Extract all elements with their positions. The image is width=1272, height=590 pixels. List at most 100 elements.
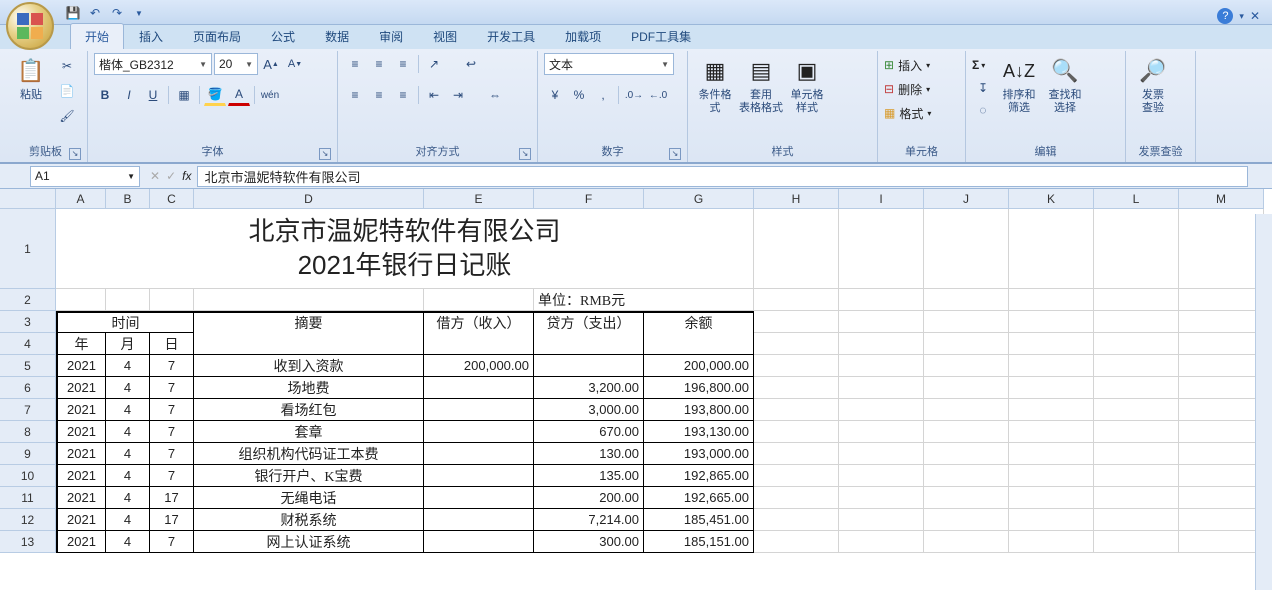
header-balance[interactable]: 余额 [644,311,754,333]
cell[interactable] [1094,355,1179,377]
col-header-I[interactable]: I [839,189,924,209]
cell[interactable] [1094,377,1179,399]
data-cell[interactable]: 组织机构代码证工本费 [194,443,424,465]
fill-color-button[interactable]: 🪣 [204,84,226,106]
cell[interactable] [1179,377,1264,399]
cell[interactable] [754,465,839,487]
data-cell[interactable]: 192,865.00 [644,465,754,487]
cell[interactable] [924,377,1009,399]
data-cell[interactable]: 192,665.00 [644,487,754,509]
increase-indent-icon[interactable]: ⇥ [447,84,469,106]
cell[interactable] [1179,487,1264,509]
cell[interactable] [1094,465,1179,487]
data-cell[interactable] [424,487,534,509]
col-header-M[interactable]: M [1179,189,1264,209]
vertical-scrollbar[interactable] [1255,214,1272,590]
cell[interactable] [1179,399,1264,421]
find-select-button[interactable]: 🔍查找和 选择 [1044,53,1086,117]
cell[interactable] [1094,311,1179,333]
cell[interactable] [1094,333,1179,355]
data-cell[interactable]: 300.00 [534,531,644,553]
data-cell[interactable]: 收到入资款 [194,355,424,377]
data-cell[interactable]: 套章 [194,421,424,443]
accounting-format-icon[interactable]: ¥ [544,84,566,106]
col-header-B[interactable]: B [106,189,150,209]
row-header-9[interactable]: 9 [0,443,56,465]
cell[interactable] [754,399,839,421]
data-cell[interactable]: 3,000.00 [534,399,644,421]
cell[interactable] [1179,289,1264,311]
cell[interactable] [924,333,1009,355]
qat-save-icon[interactable]: 💾 [64,4,82,22]
cell[interactable] [1094,289,1179,311]
cell[interactable] [924,421,1009,443]
header-debit[interactable]: 借方（收入） [424,311,534,333]
tab-5[interactable]: 审阅 [364,23,418,49]
sort-filter-button[interactable]: A↓Z排序和 筛选 [998,53,1040,117]
cell[interactable] [924,531,1009,553]
merge-center-icon[interactable]: ⇔ [481,84,509,106]
data-cell[interactable] [424,443,534,465]
data-cell[interactable]: 193,000.00 [644,443,754,465]
data-cell[interactable]: 7 [150,355,194,377]
header-credit[interactable]: 贷方（支出） [534,311,644,333]
cell[interactable] [839,421,924,443]
align-left-icon[interactable]: ≡ [344,84,366,106]
data-cell[interactable]: 200,000.00 [644,355,754,377]
row-header-4[interactable]: 4 [0,333,56,355]
data-cell[interactable]: 银行开户、K宝费 [194,465,424,487]
cell[interactable] [924,443,1009,465]
wrap-text-icon[interactable]: ↩ [457,53,485,75]
orientation-icon[interactable]: ↗ [423,53,445,75]
align-launcher-icon[interactable]: ↘ [519,148,531,160]
tab-7[interactable]: 开发工具 [472,23,550,49]
data-cell[interactable] [424,509,534,531]
cell[interactable] [839,209,924,289]
data-cell[interactable] [424,399,534,421]
clipboard-launcher-icon[interactable]: ↘ [69,148,81,160]
data-cell[interactable] [424,421,534,443]
data-cell[interactable]: 7 [150,377,194,399]
autosum-button[interactable]: Σ▾ [972,53,994,77]
cell[interactable] [839,509,924,531]
enter-formula-icon[interactable]: ✓ [166,169,176,183]
tab-0[interactable]: 开始 [70,23,124,49]
data-cell[interactable]: 4 [106,377,150,399]
tab-9[interactable]: PDF工具集 [616,23,706,49]
cell[interactable] [1009,289,1094,311]
cell[interactable] [839,531,924,553]
cell[interactable] [839,487,924,509]
cell[interactable] [194,289,424,311]
row-header-12[interactable]: 12 [0,509,56,531]
percent-format-icon[interactable]: % [568,84,590,106]
insert-cells-button[interactable]: ⊞插入▾ [884,53,930,77]
window-close-icon[interactable]: ✕ [1250,9,1260,23]
cell[interactable] [1179,333,1264,355]
data-cell[interactable]: 2021 [56,509,106,531]
cell[interactable] [754,531,839,553]
cell[interactable] [924,355,1009,377]
row-header-7[interactable]: 7 [0,399,56,421]
data-cell[interactable]: 2021 [56,355,106,377]
data-cell[interactable]: 4 [106,465,150,487]
data-cell[interactable]: 场地费 [194,377,424,399]
row-header-5[interactable]: 5 [0,355,56,377]
cell[interactable] [1009,399,1094,421]
cell[interactable] [839,289,924,311]
data-cell[interactable]: 17 [150,487,194,509]
col-header-H[interactable]: H [754,189,839,209]
data-cell[interactable]: 17 [150,509,194,531]
cell[interactable] [754,487,839,509]
data-cell[interactable]: 3,200.00 [534,377,644,399]
row-header-3[interactable]: 3 [0,311,56,333]
cell[interactable] [1094,209,1179,289]
cell-styles-button[interactable]: ▣单元格 样式 [786,53,828,117]
invoice-check-button[interactable]: 🔎发票 查验 [1132,53,1174,117]
cell[interactable] [924,289,1009,311]
cell[interactable] [1009,355,1094,377]
row-header-10[interactable]: 10 [0,465,56,487]
bold-button[interactable]: B [94,84,116,106]
tab-6[interactable]: 视图 [418,23,472,49]
row-header-11[interactable]: 11 [0,487,56,509]
format-cells-button[interactable]: ▦格式▾ [884,101,931,125]
